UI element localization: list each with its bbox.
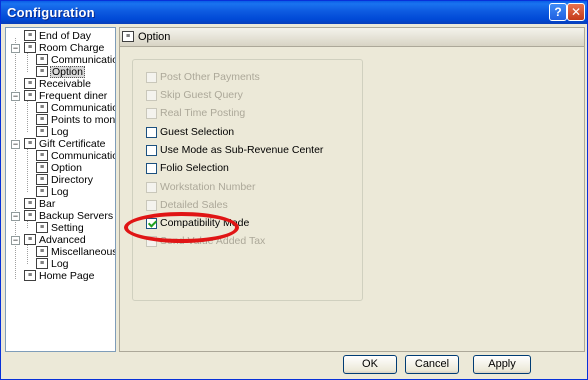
checkbox[interactable] bbox=[146, 163, 157, 174]
checkbox[interactable] bbox=[146, 108, 157, 119]
navigation-tree: ≡ End of Day − ≡ Room Charge ≡ Communica… bbox=[5, 27, 116, 352]
tree-node-icon: ≡ bbox=[36, 150, 48, 161]
panel-title: Option bbox=[138, 31, 171, 43]
window-title: Configuration bbox=[7, 5, 95, 20]
tree-node-icon: ≡ bbox=[36, 258, 48, 269]
tree-connector-line bbox=[27, 98, 28, 132]
tree-connector-line bbox=[27, 242, 28, 264]
tree-connector-line bbox=[27, 146, 28, 192]
tree-node-icon: ≡ bbox=[36, 186, 48, 197]
tree-item-label: Option bbox=[51, 162, 82, 174]
ok-button[interactable]: OK bbox=[343, 355, 397, 374]
tree-item-label: Log bbox=[51, 258, 69, 270]
tree-item-label: Log bbox=[51, 126, 69, 138]
tree-node-icon: ≡ bbox=[24, 90, 36, 101]
tree-node-icon: ≡ bbox=[36, 246, 48, 257]
tree-node-icon: ≡ bbox=[36, 66, 48, 77]
checkbox[interactable] bbox=[146, 182, 157, 193]
option-label: Use Mode as Sub-Revenue Center bbox=[160, 144, 324, 156]
panel-header: ≡ Option bbox=[120, 28, 584, 47]
option-label: Real Time Posting bbox=[160, 107, 246, 119]
checkbox[interactable] bbox=[146, 127, 157, 138]
tree-node-icon: ≡ bbox=[24, 270, 36, 281]
option-label: Post Other Payments bbox=[160, 71, 260, 83]
collapse-toggle[interactable]: − bbox=[11, 140, 20, 149]
collapse-toggle[interactable]: − bbox=[11, 92, 20, 101]
tree-node-icon: ≡ bbox=[36, 114, 48, 125]
tree-item-label: Frequent diner bbox=[39, 90, 108, 102]
tree-item-label: Log bbox=[51, 186, 69, 198]
option-label: Detailed Sales bbox=[160, 199, 228, 211]
tree-node-icon: ≡ bbox=[36, 54, 48, 65]
configuration-window: Configuration ? ✕ ≡ End of Day − ≡ Room … bbox=[0, 0, 588, 380]
tree-item-label: Option bbox=[50, 66, 85, 78]
highlight-circle-annotation bbox=[124, 212, 239, 243]
tree-item-label: Communication bbox=[51, 150, 115, 162]
apply-button[interactable]: Apply bbox=[473, 355, 531, 374]
title-bar: Configuration ? ✕ bbox=[1, 1, 587, 24]
tree-item-label: Bar bbox=[39, 198, 56, 210]
tree-node-icon: ≡ bbox=[36, 222, 48, 233]
close-button[interactable]: ✕ bbox=[567, 3, 585, 21]
collapse-toggle[interactable]: − bbox=[11, 44, 20, 53]
option-label: Folio Selection bbox=[160, 162, 229, 174]
tree-item-label: Miscellaneous bbox=[51, 246, 116, 258]
checkbox[interactable] bbox=[146, 145, 157, 156]
tree-node-icon: ≡ bbox=[36, 162, 48, 173]
tree-item-label: Home Page bbox=[39, 270, 95, 282]
tree-item-label: Backup Servers bbox=[39, 210, 114, 222]
tree-item-label: Setting bbox=[51, 222, 84, 234]
tree-item-label: Points to money bbox=[51, 114, 116, 126]
tree-item-label: End of Day bbox=[39, 30, 91, 42]
collapse-toggle[interactable]: − bbox=[11, 212, 20, 221]
cancel-button[interactable]: Cancel bbox=[405, 355, 459, 374]
tree-item-label: Directory bbox=[51, 174, 94, 186]
tree-node-icon: ≡ bbox=[24, 30, 36, 41]
tree-node-icon: ≡ bbox=[24, 138, 36, 149]
tree-node-icon: ≡ bbox=[36, 102, 48, 113]
tree-connector-line bbox=[27, 50, 28, 72]
tree-node-icon: ≡ bbox=[24, 42, 36, 53]
options-group: Post Other Payments Skip Guest Query Rea… bbox=[132, 59, 363, 301]
tree-item-label: Communication bbox=[51, 54, 115, 66]
tree-node-icon: ≡ bbox=[24, 234, 36, 245]
checkbox[interactable] bbox=[146, 200, 157, 211]
option-label: Workstation Number bbox=[160, 181, 256, 193]
collapse-toggle[interactable]: − bbox=[11, 236, 20, 245]
checkbox[interactable] bbox=[146, 90, 157, 101]
tree-node-icon: ≡ bbox=[24, 198, 36, 209]
tree-node-icon: ≡ bbox=[36, 126, 48, 137]
tree-node-icon: ≡ bbox=[36, 174, 48, 185]
tree-item-label: Room Charge bbox=[39, 42, 105, 54]
panel-icon: ≡ bbox=[122, 31, 134, 42]
checkbox[interactable] bbox=[146, 72, 157, 83]
option-label: Skip Guest Query bbox=[160, 89, 243, 101]
tree-item-label: Gift Certificate bbox=[39, 138, 106, 150]
tree-item-label: Advanced bbox=[39, 234, 86, 246]
help-button[interactable]: ? bbox=[549, 3, 567, 21]
tree-node-icon: ≡ bbox=[24, 78, 36, 89]
option-panel: ≡ Option Post Other Payments Skip Guest … bbox=[119, 27, 585, 352]
tree-item-label: Communication bbox=[51, 102, 115, 114]
option-label: Guest Selection bbox=[160, 126, 235, 138]
tree-node-icon: ≡ bbox=[24, 210, 36, 221]
tree-item-label: Receivable bbox=[39, 78, 91, 90]
